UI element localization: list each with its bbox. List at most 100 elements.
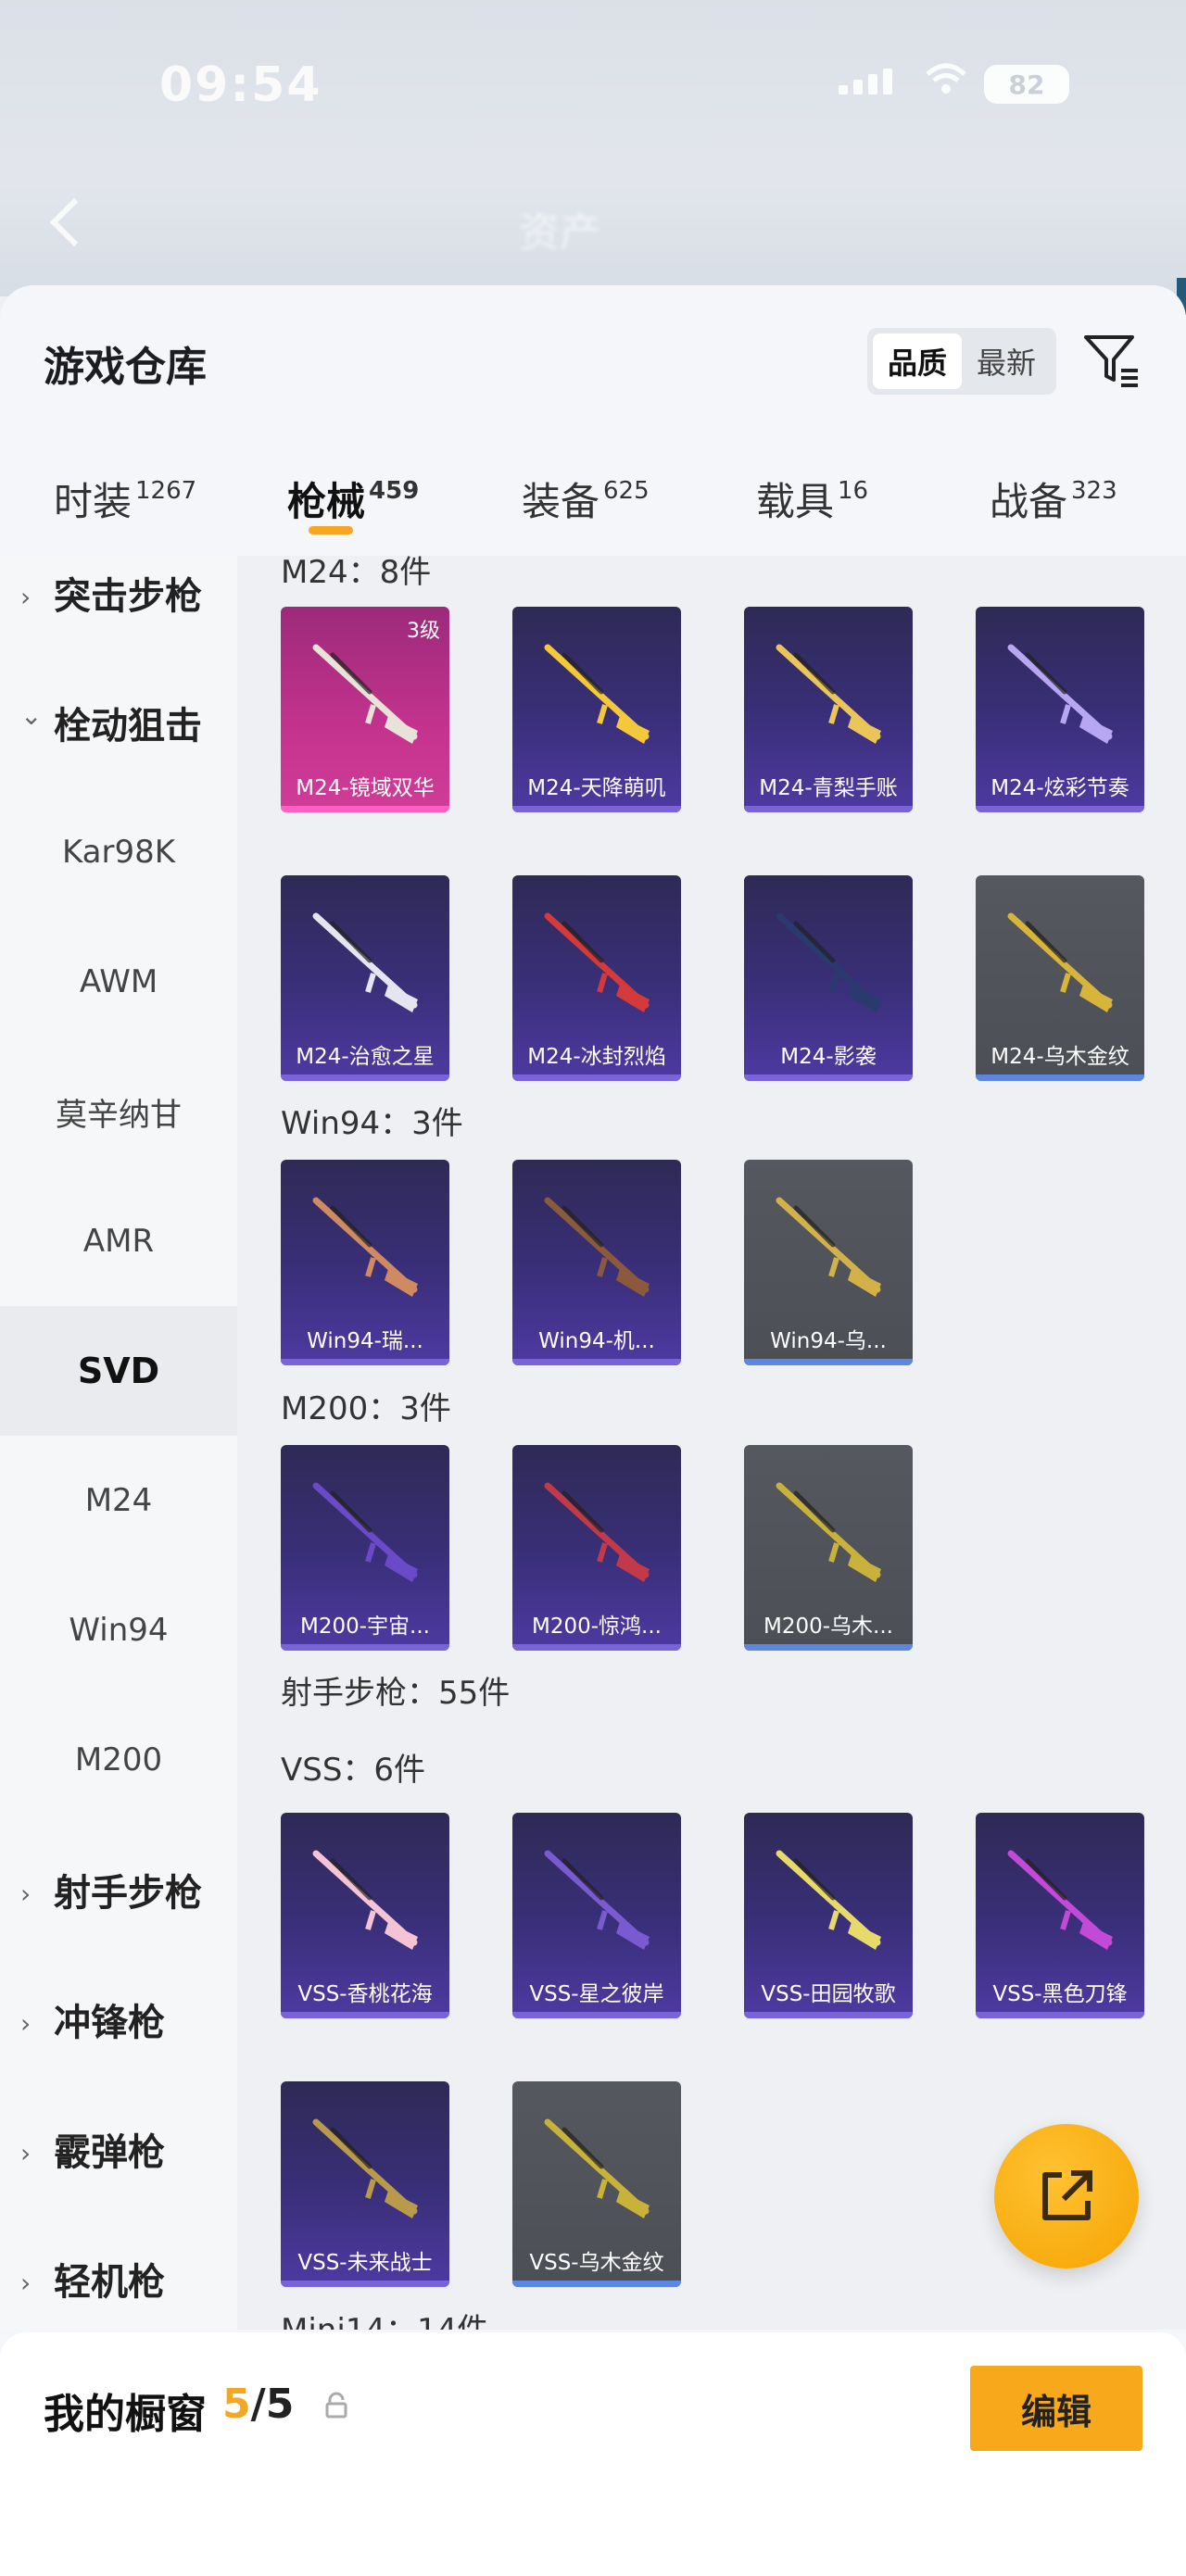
tab-fashion[interactable]: 时装 1267: [54, 471, 196, 527]
section-label: M200：3件: [281, 1390, 451, 1427]
sidebar-item[interactable]: Win94: [0, 1565, 237, 1695]
rifle-icon: [776, 912, 881, 1012]
rarity-bar: [281, 806, 449, 812]
sidebar-item[interactable]: M200: [0, 1695, 237, 1825]
showcase-bar: 我的橱窗 5/5 编辑: [0, 2332, 1186, 2576]
weapon-name: VSS-未来战士: [297, 2251, 433, 2275]
rifle-icon: [1007, 644, 1113, 744]
weapon-card[interactable]: M24-治愈之星: [281, 875, 449, 1081]
weapon-card[interactable]: 3级 M24-镜域双华: [281, 607, 449, 812]
tab-vehicles[interactable]: 载具 16: [756, 471, 868, 527]
sidebar-item-label: 栓动狙击: [54, 705, 202, 748]
weapon-card[interactable]: Win94-乌...: [744, 1160, 913, 1365]
chevron-right-icon: ›: [20, 2268, 32, 2298]
sidebar-item-label: M200: [74, 1741, 163, 1778]
weapon-card[interactable]: Win94-瑞...: [281, 1160, 449, 1365]
tab-gear[interactable]: 战备 323: [990, 471, 1117, 527]
rifle-icon: [544, 1850, 650, 1950]
chevron-right-icon: ›: [20, 2138, 32, 2168]
rifle-icon: [1007, 1850, 1113, 1950]
battery-icon: 82: [984, 65, 1069, 104]
weapon-card[interactable]: VSS-黑色刀锋: [976, 1813, 1144, 2018]
rarity-bar: [744, 1359, 913, 1365]
weapon-card[interactable]: Win94-机...: [512, 1160, 681, 1365]
tier-badge: 3级: [407, 620, 440, 643]
weapon-card[interactable]: VSS-星之彼岸: [512, 1813, 681, 2018]
weapon-name: M24-冰封烈焰: [527, 1045, 666, 1069]
rarity-bar: [976, 1074, 1144, 1081]
back-icon[interactable]: [46, 195, 83, 250]
weapon-card[interactable]: M24-青梨手账: [744, 607, 913, 812]
rarity-bar: [281, 1359, 449, 1365]
weapon-name: Win94-机...: [538, 1329, 655, 1353]
weapon-name: M200-惊鸿...: [532, 1615, 662, 1639]
rifle-icon: [776, 1197, 881, 1297]
weapon-name: VSS-田园牧歌: [761, 1982, 896, 2006]
signal-icon: [839, 69, 892, 94]
weapon-name: M24-炫彩节奏: [990, 776, 1129, 800]
sidebar-item[interactable]: › 霰弹枪: [0, 2084, 237, 2214]
weapon-card[interactable]: M24-乌木金纹: [976, 875, 1144, 1081]
rifle-icon: [776, 1850, 881, 1950]
sidebar-item[interactable]: SVD: [0, 1306, 237, 1436]
section-label: 射手步枪：55件: [281, 1675, 511, 1712]
rarity-bar: [976, 2012, 1144, 2018]
weapon-card[interactable]: VSS-香桃花海: [281, 1813, 449, 2018]
sidebar-item[interactable]: Kar98K: [0, 787, 237, 917]
weapon-card[interactable]: M24-影袭: [744, 875, 913, 1081]
weapon-card[interactable]: M24-冰封烈焰: [512, 875, 681, 1081]
weapon-card[interactable]: M200-惊鸿...: [512, 1445, 681, 1651]
sort-newest-button[interactable]: 最新: [962, 333, 1051, 389]
weapon-grid: M24：8件 Win94：3件 M200：3件 射手步枪：55件 VSS：6件 …: [237, 556, 1186, 2330]
rarity-bar: [281, 2012, 449, 2018]
weapon-card[interactable]: M24-炫彩节奏: [976, 607, 1144, 812]
rarity-bar: [744, 1644, 913, 1651]
weapon-name: VSS-香桃花海: [297, 1982, 433, 2006]
sort-quality-button[interactable]: 品质: [873, 333, 962, 389]
sidebar-item[interactable]: › 突击步枪: [0, 528, 237, 658]
sidebar-item[interactable]: AWM: [0, 917, 237, 1047]
rarity-bar: [744, 2012, 913, 2018]
sidebar-item[interactable]: › 射手步枪: [0, 1825, 237, 1954]
rifle-icon: [312, 912, 418, 1012]
sidebar-item[interactable]: ⌄ 栓动狙击: [0, 658, 237, 787]
rifle-icon: [776, 644, 881, 744]
tab-equipment[interactable]: 装备 625: [522, 471, 650, 527]
sidebar-item[interactable]: › 冲锋枪: [0, 1954, 237, 2084]
rifle-icon: [312, 1197, 418, 1297]
rarity-bar: [512, 806, 681, 812]
sidebar-item-label: 突击步枪: [54, 575, 202, 618]
rifle-icon: [312, 1482, 418, 1582]
active-tab-indicator: [309, 526, 353, 534]
weapon-card[interactable]: VSS-未来战士: [281, 2081, 449, 2287]
sidebar-item[interactable]: M24: [0, 1436, 237, 1565]
rifle-icon: [544, 2118, 650, 2218]
sidebar-item[interactable]: 莫辛纳甘: [0, 1047, 237, 1176]
weapon-name: M24-镜域双华: [296, 776, 435, 800]
chevron-right-icon: ›: [20, 1879, 32, 1909]
showcase-title: 我的橱窗: [44, 2391, 207, 2438]
edit-button[interactable]: 编辑: [970, 2366, 1142, 2451]
section-label: VSS：6件: [281, 1752, 426, 1789]
sidebar-item[interactable]: › 轻机枪: [0, 2214, 237, 2344]
weapon-card[interactable]: M24-天降萌叽: [512, 607, 681, 812]
rarity-bar: [744, 806, 913, 812]
sidebar-item-label: 霰弹枪: [54, 2131, 165, 2174]
weapon-card[interactable]: VSS-田园牧歌: [744, 1813, 913, 2018]
share-button[interactable]: [994, 2124, 1139, 2268]
weapon-name: Win94-瑞...: [307, 1329, 423, 1353]
weapon-name: VSS-乌木金纹: [529, 2251, 664, 2275]
weapon-name: M24-乌木金纹: [990, 1045, 1129, 1069]
rarity-bar: [512, 1644, 681, 1651]
chevron-right-icon: ›: [20, 2008, 32, 2039]
weapon-card[interactable]: M200-乌木...: [744, 1445, 913, 1651]
sidebar-item[interactable]: AMR: [0, 1176, 237, 1306]
showcase-count: 5/5: [222, 2381, 295, 2428]
weapon-card[interactable]: VSS-乌木金纹: [512, 2081, 681, 2287]
rarity-bar: [976, 806, 1144, 812]
filter-icon[interactable]: [1080, 330, 1142, 391]
page-title: 资产: [519, 209, 600, 257]
section-label: M24：8件: [281, 556, 432, 591]
weapon-card[interactable]: M200-宇宙...: [281, 1445, 449, 1651]
tab-guns[interactable]: 枪械 459: [287, 471, 419, 527]
